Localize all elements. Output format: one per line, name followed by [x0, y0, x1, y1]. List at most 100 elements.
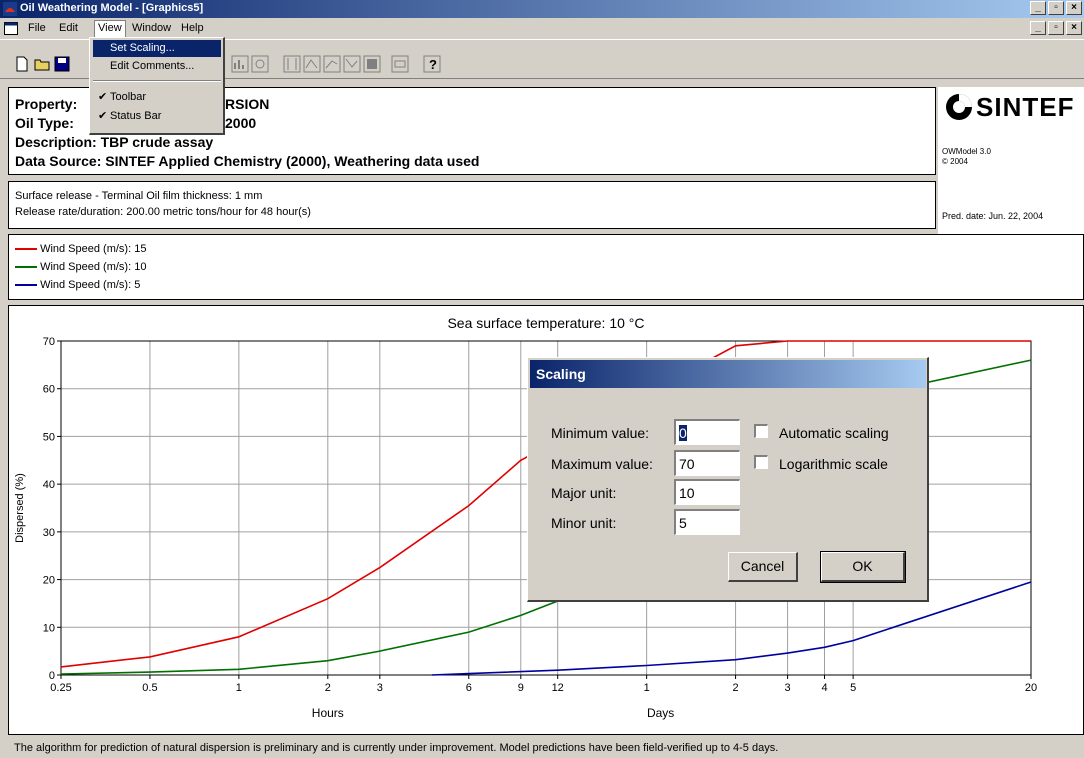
- x-tick-label: 5: [850, 682, 856, 694]
- checkmark-icon: ✔: [98, 91, 108, 103]
- restore-button[interactable]: ▫: [1048, 1, 1064, 15]
- menu-toolbar[interactable]: ✔ Toolbar: [93, 89, 221, 106]
- menu-window[interactable]: Window: [129, 22, 174, 34]
- x-tick-label: 6: [466, 682, 472, 694]
- min-value-input[interactable]: 0: [674, 419, 740, 445]
- x-axis-label-hours: Hours: [312, 706, 344, 720]
- svg-text:?: ?: [429, 57, 437, 72]
- sintef-logo-icon: [946, 94, 972, 120]
- scenario-panel: Surface release - Terminal Oil film thic…: [8, 181, 936, 229]
- logarithmic-scale-checkbox[interactable]: [754, 455, 768, 469]
- app-icon: [3, 2, 17, 16]
- logarithmic-scale-label: Logarithmic scale: [779, 456, 888, 472]
- legend-label-10: Wind Speed (m/s): 10: [40, 261, 147, 273]
- y-tick-label: 60: [43, 384, 55, 396]
- fill-icon[interactable]: [363, 55, 381, 73]
- print-icon[interactable]: [391, 55, 409, 73]
- property-value: RSION: [225, 96, 270, 112]
- scaling-dialog: Scaling Minimum value: 0 Maximum value: …: [527, 357, 929, 602]
- oil-type-value: 2000: [225, 115, 257, 131]
- new-file-icon[interactable]: [13, 55, 31, 73]
- dialog-title: Scaling: [530, 360, 926, 388]
- x-tick-label: 9: [518, 682, 524, 694]
- window-title: Oil Weathering Model - [Graphics5]: [20, 2, 204, 14]
- viscosity-icon[interactable]: [343, 55, 361, 73]
- save-icon[interactable]: [53, 55, 71, 73]
- legend-label-5: Wind Speed (m/s): 5: [40, 279, 141, 291]
- x-tick-label: 1: [236, 682, 242, 694]
- menu-bar: File Edit View Window Help _ ▫ ×: [0, 19, 1084, 38]
- y-tick-label: 10: [43, 622, 55, 634]
- evaporation-icon[interactable]: [303, 55, 321, 73]
- automatic-scaling-checkbox[interactable]: [754, 424, 768, 438]
- menu-edit-comments[interactable]: Edit Comments...: [93, 58, 221, 75]
- legend-item-10: Wind Speed (m/s): 10: [15, 261, 146, 275]
- menu-status-bar[interactable]: ✔ Status Bar: [93, 108, 221, 125]
- x-tick-label: 2: [733, 682, 739, 694]
- x-tick-label: 12: [552, 682, 564, 694]
- x-tick-label: 4: [821, 682, 827, 694]
- scenario-line-1: Surface release - Terminal Oil film thic…: [15, 190, 263, 202]
- legend-item-15: Wind Speed (m/s): 15: [15, 243, 146, 257]
- doc-restore-button[interactable]: ▫: [1048, 21, 1064, 35]
- chart-icon[interactable]: [231, 55, 249, 73]
- sintef-logo-text: SINTEF: [976, 92, 1075, 122]
- menu-help[interactable]: Help: [178, 22, 207, 34]
- y-tick-label: 30: [43, 527, 55, 539]
- menu-file[interactable]: File: [25, 22, 49, 34]
- doc-close-button[interactable]: ×: [1066, 21, 1082, 35]
- footer-note: The algorithm for prediction of natural …: [14, 742, 779, 754]
- chart-title: Sea surface temperature: 10 °C: [447, 315, 644, 331]
- menu-edit[interactable]: Edit: [56, 22, 81, 34]
- x-tick-label: 20: [1025, 682, 1037, 694]
- x-tick-label: 0.5: [142, 682, 157, 694]
- legend-item-5: Wind Speed (m/s): 5: [15, 279, 140, 293]
- automatic-scaling-label: Automatic scaling: [779, 425, 889, 441]
- major-unit-label: Major unit:: [551, 485, 617, 501]
- table-icon[interactable]: [283, 55, 301, 73]
- x-tick-label: 1: [644, 682, 650, 694]
- cancel-button[interactable]: Cancel: [728, 552, 798, 582]
- minor-unit-label: Minor unit:: [551, 515, 617, 531]
- title-bar: Oil Weathering Model - [Graphics5] _ ▫ ×: [0, 0, 1084, 18]
- description: Description: TBP crude assay: [15, 134, 214, 150]
- open-folder-icon[interactable]: [33, 55, 51, 73]
- checkmark-icon: ✔: [98, 110, 108, 122]
- max-value-input[interactable]: 70: [674, 450, 740, 476]
- y-tick-label: 70: [43, 336, 55, 348]
- view-menu-dropdown: Set Scaling... Edit Comments... ✔ Toolba…: [89, 37, 225, 135]
- legend-swatch-blue: [15, 284, 37, 287]
- x-tick-label: 2: [325, 682, 331, 694]
- legend-swatch-green: [15, 266, 37, 269]
- oil-type-label: Oil Type:: [15, 115, 74, 131]
- ok-button[interactable]: OK: [820, 551, 906, 583]
- y-tick-label: 0: [49, 670, 55, 682]
- help-icon[interactable]: ?: [423, 55, 441, 73]
- minor-unit-input[interactable]: 5: [674, 509, 740, 535]
- x-tick-label: 3: [377, 682, 383, 694]
- doc-minimize-button[interactable]: _: [1030, 21, 1046, 35]
- water-content-icon[interactable]: [323, 55, 341, 73]
- menu-view[interactable]: View: [94, 20, 126, 38]
- legend-label-15: Wind Speed (m/s): 15: [40, 243, 147, 255]
- major-unit-input[interactable]: 10: [674, 479, 740, 505]
- graph-icon[interactable]: [251, 55, 269, 73]
- prediction-date: Pred. date: Jun. 22, 2004: [942, 211, 1044, 221]
- scenario-line-2: Release rate/duration: 200.00 metric ton…: [15, 206, 311, 218]
- y-tick-label: 40: [43, 479, 55, 491]
- copyright: © 2004: [942, 157, 968, 166]
- model-version: OWModel 3.0: [942, 147, 991, 156]
- property-label: Property:: [15, 96, 78, 112]
- legend-panel: Wind Speed (m/s): 15 Wind Speed (m/s): 1…: [8, 234, 1084, 300]
- min-value-label: Minimum value:: [551, 425, 650, 441]
- menu-set-scaling[interactable]: Set Scaling...: [93, 40, 221, 57]
- minimize-button[interactable]: _: [1030, 1, 1046, 15]
- logo-area: SINTEF OWModel 3.0 © 2004 Pred. date: Ju…: [938, 87, 1084, 237]
- x-tick-label: 0.25: [50, 682, 71, 694]
- document-icon[interactable]: [4, 22, 18, 35]
- y-tick-label: 20: [43, 575, 55, 587]
- x-tick-label: 3: [785, 682, 791, 694]
- close-button[interactable]: ×: [1066, 1, 1082, 15]
- data-source: Data Source: SINTEF Applied Chemistry (2…: [15, 153, 480, 169]
- x-axis-label-days: Days: [647, 706, 674, 720]
